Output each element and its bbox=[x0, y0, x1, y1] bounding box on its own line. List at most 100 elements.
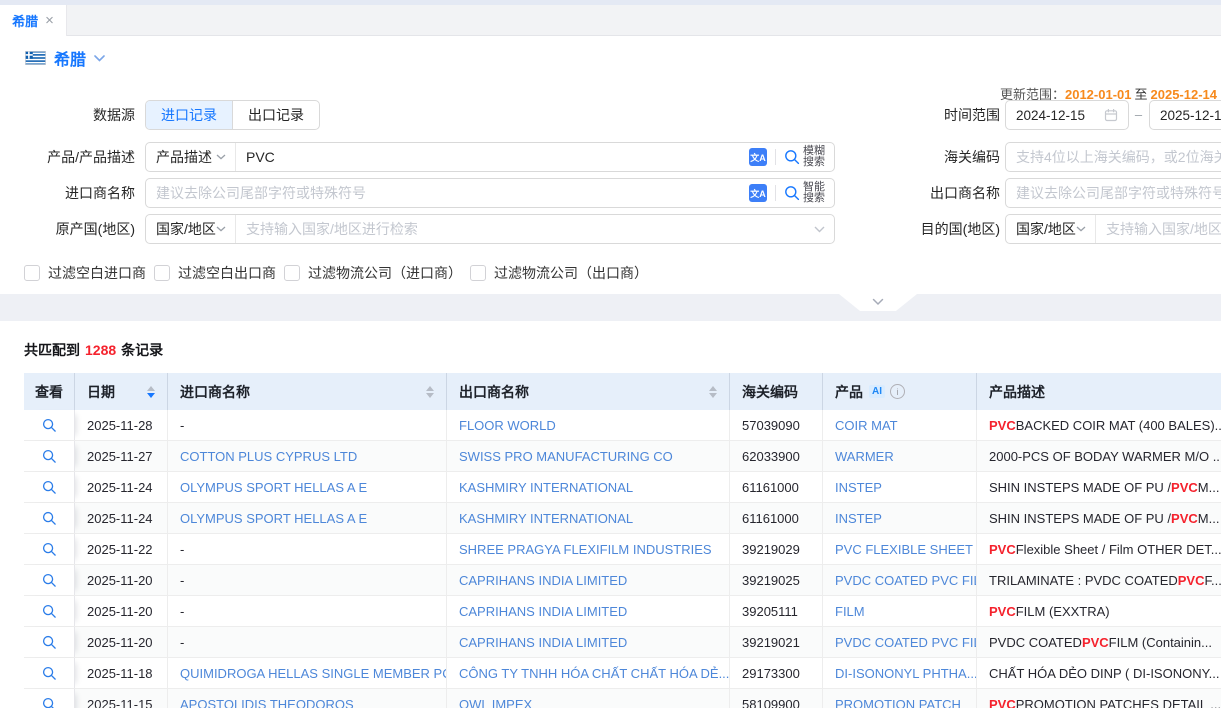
exporter-link[interactable]: CAPRIHANS INDIA LIMITED bbox=[459, 604, 627, 619]
checkbox-unchecked-icon[interactable] bbox=[24, 265, 40, 281]
cell-importer[interactable]: QUIMIDROGA HELLAS SINGLE MEMBER PC bbox=[168, 658, 447, 688]
view-record-button[interactable] bbox=[24, 441, 75, 471]
cell-exporter[interactable]: OWL IMPEX bbox=[447, 689, 730, 708]
cell-product[interactable]: PVDC COATED PVC FIL... bbox=[823, 627, 977, 657]
cell-exporter[interactable]: CÔNG TY TNHH HÓA CHẤT CHẤT HÓA DẺ... bbox=[447, 658, 730, 688]
exporter-link[interactable]: CAPRIHANS INDIA LIMITED bbox=[459, 573, 627, 588]
cell-importer[interactable]: OLYMPUS SPORT HELLAS A E bbox=[168, 503, 447, 533]
exporter-link[interactable]: CAPRIHANS INDIA LIMITED bbox=[459, 635, 627, 650]
cell-product[interactable]: PVDC COATED PVC FIL... bbox=[823, 565, 977, 595]
exporter-link[interactable]: KASHMIRY INTERNATIONAL bbox=[459, 480, 633, 495]
cell-exporter[interactable]: SWISS PRO MANUFACTURING CO bbox=[447, 441, 730, 471]
cell-exporter[interactable]: KASHMIRY INTERNATIONAL bbox=[447, 472, 730, 502]
destination-country-input[interactable]: 支持输入国家/地区进行检索 bbox=[1096, 219, 1221, 239]
exporter-link[interactable]: SHREE PRAGYA FLEXIFILM INDUSTRIES bbox=[459, 542, 712, 557]
product-link[interactable]: WARMER bbox=[835, 449, 894, 464]
translate-icon[interactable]: 文A bbox=[749, 184, 767, 202]
cell-exporter[interactable]: CAPRIHANS INDIA LIMITED bbox=[447, 565, 730, 595]
translate-icon[interactable]: 文A bbox=[749, 148, 767, 166]
collapse-panel-button[interactable] bbox=[839, 294, 917, 311]
cell-product[interactable]: COIR MAT bbox=[823, 410, 977, 440]
product-link[interactable]: INSTEP bbox=[835, 511, 882, 526]
chevron-down-icon[interactable] bbox=[814, 226, 825, 233]
info-icon[interactable]: i bbox=[890, 384, 905, 399]
checkbox-unchecked-icon[interactable] bbox=[154, 265, 170, 281]
close-icon[interactable]: × bbox=[45, 13, 54, 28]
view-record-button[interactable] bbox=[24, 410, 75, 440]
view-record-button[interactable] bbox=[24, 534, 75, 564]
importer-link[interactable]: OLYMPUS SPORT HELLAS A E bbox=[180, 511, 367, 526]
view-record-button[interactable] bbox=[24, 565, 75, 595]
sort-control-importer[interactable] bbox=[418, 386, 434, 398]
hs-code-input[interactable]: 支持4位以上海关编码，或2位海关编码加 bbox=[1005, 142, 1221, 172]
importer-link[interactable]: COTTON PLUS CYPRUS LTD bbox=[180, 449, 357, 464]
product-field-select[interactable]: 产品描述 bbox=[146, 143, 236, 171]
date-start-input[interactable]: 2024-12-15 bbox=[1005, 100, 1129, 130]
cell-exporter[interactable]: CAPRIHANS INDIA LIMITED bbox=[447, 596, 730, 626]
chevron-down-icon[interactable] bbox=[94, 55, 105, 62]
cell-exporter[interactable]: CAPRIHANS INDIA LIMITED bbox=[447, 627, 730, 657]
importer-link[interactable]: OLYMPUS SPORT HELLAS A E bbox=[180, 480, 367, 495]
product-link[interactable]: COIR MAT bbox=[835, 418, 898, 433]
importer-input[interactable]: 建议去除公司尾部字符或特殊符号 bbox=[146, 183, 749, 203]
cell-product[interactable]: FILM bbox=[823, 596, 977, 626]
exporter-link[interactable]: KASHMIRY INTERNATIONAL bbox=[459, 511, 633, 526]
tab-greece[interactable]: 希腊 × bbox=[0, 5, 67, 36]
origin-country-select[interactable]: 国家/地区 bbox=[146, 215, 236, 243]
cell-product[interactable]: INSTEP bbox=[823, 472, 977, 502]
cell-description: PVDC COATED PVC FILM (Containin... bbox=[977, 627, 1221, 657]
filter-checkbox-1[interactable]: 过滤空白出口商 bbox=[154, 263, 276, 283]
product-link[interactable]: INSTEP bbox=[835, 480, 882, 495]
cell-importer[interactable]: APOSTOLIDIS THEODOROS bbox=[168, 689, 447, 708]
cell-exporter[interactable]: KASHMIRY INTERNATIONAL bbox=[447, 503, 730, 533]
destination-country-select[interactable]: 国家/地区 bbox=[1006, 215, 1096, 243]
exporter-link[interactable]: SWISS PRO MANUFACTURING CO bbox=[459, 449, 673, 464]
view-record-button[interactable] bbox=[24, 689, 75, 708]
import-records-tab[interactable]: 进口记录 bbox=[146, 101, 232, 129]
cell-product[interactable]: PVC FLEXIBLE SHEET F... bbox=[823, 534, 977, 564]
sort-control-exporter[interactable] bbox=[701, 386, 717, 398]
export-records-tab[interactable]: 出口记录 bbox=[232, 101, 319, 129]
product-link[interactable]: PVC FLEXIBLE SHEET F... bbox=[835, 542, 977, 557]
product-link[interactable]: PVDC COATED PVC FIL... bbox=[835, 573, 977, 588]
sort-control-date[interactable] bbox=[139, 386, 155, 398]
product-link[interactable]: PVDC COATED PVC FIL... bbox=[835, 635, 977, 650]
cell-product[interactable]: DI-ISONONYL PHTHA... bbox=[823, 658, 977, 688]
exporter-link[interactable]: FLOOR WORLD bbox=[459, 418, 556, 433]
origin-country-input[interactable]: 支持输入国家/地区进行检索 bbox=[236, 219, 814, 239]
filter-checkbox-3[interactable]: 过滤物流公司（出口商） bbox=[470, 263, 648, 283]
cell-importer[interactable]: COTTON PLUS CYPRUS LTD bbox=[168, 441, 447, 471]
cell-importer[interactable]: OLYMPUS SPORT HELLAS A E bbox=[168, 472, 447, 502]
exporter-link[interactable]: CÔNG TY TNHH HÓA CHẤT CHẤT HÓA DẺ... bbox=[459, 666, 729, 681]
exporter-input[interactable]: 建议去除公司尾部字符或特殊符号 bbox=[1005, 178, 1221, 208]
filter-checkbox-2[interactable]: 过滤物流公司（进口商） bbox=[284, 263, 462, 283]
view-record-button[interactable] bbox=[24, 658, 75, 688]
cell-product[interactable]: PROMOTION PATCH bbox=[823, 689, 977, 708]
date-end-input[interactable]: 2025-12-14 bbox=[1149, 100, 1221, 130]
column-header-exporter[interactable]: 出口商名称 bbox=[447, 373, 730, 410]
smart-search-button[interactable]: 智能搜索 bbox=[784, 182, 825, 204]
checkbox-unchecked-icon[interactable] bbox=[284, 265, 300, 281]
cell-product[interactable]: INSTEP bbox=[823, 503, 977, 533]
page-title[interactable]: 希腊 bbox=[54, 46, 86, 70]
cell-product[interactable]: WARMER bbox=[823, 441, 977, 471]
cell-exporter[interactable]: FLOOR WORLD bbox=[447, 410, 730, 440]
importer-link[interactable]: QUIMIDROGA HELLAS SINGLE MEMBER PC bbox=[180, 666, 447, 681]
cell-importer: - bbox=[168, 627, 447, 657]
view-record-button[interactable] bbox=[24, 627, 75, 657]
checkbox-unchecked-icon[interactable] bbox=[470, 265, 486, 281]
product-search-input[interactable]: PVC bbox=[236, 149, 749, 165]
view-record-button[interactable] bbox=[24, 503, 75, 533]
cell-exporter[interactable]: SHREE PRAGYA FLEXIFILM INDUSTRIES bbox=[447, 534, 730, 564]
product-link[interactable]: PROMOTION PATCH bbox=[835, 697, 961, 708]
view-record-button[interactable] bbox=[24, 596, 75, 626]
view-record-button[interactable] bbox=[24, 472, 75, 502]
filter-checkbox-0[interactable]: 过滤空白进口商 bbox=[24, 263, 146, 283]
product-link[interactable]: FILM bbox=[835, 604, 865, 619]
fuzzy-search-button[interactable]: 模糊搜索 bbox=[784, 146, 825, 168]
column-header-date[interactable]: 日期 bbox=[75, 373, 168, 410]
product-link[interactable]: DI-ISONONYL PHTHA... bbox=[835, 666, 977, 681]
importer-link[interactable]: APOSTOLIDIS THEODOROS bbox=[180, 697, 354, 708]
exporter-link[interactable]: OWL IMPEX bbox=[459, 697, 532, 708]
column-header-importer[interactable]: 进口商名称 bbox=[168, 373, 447, 410]
